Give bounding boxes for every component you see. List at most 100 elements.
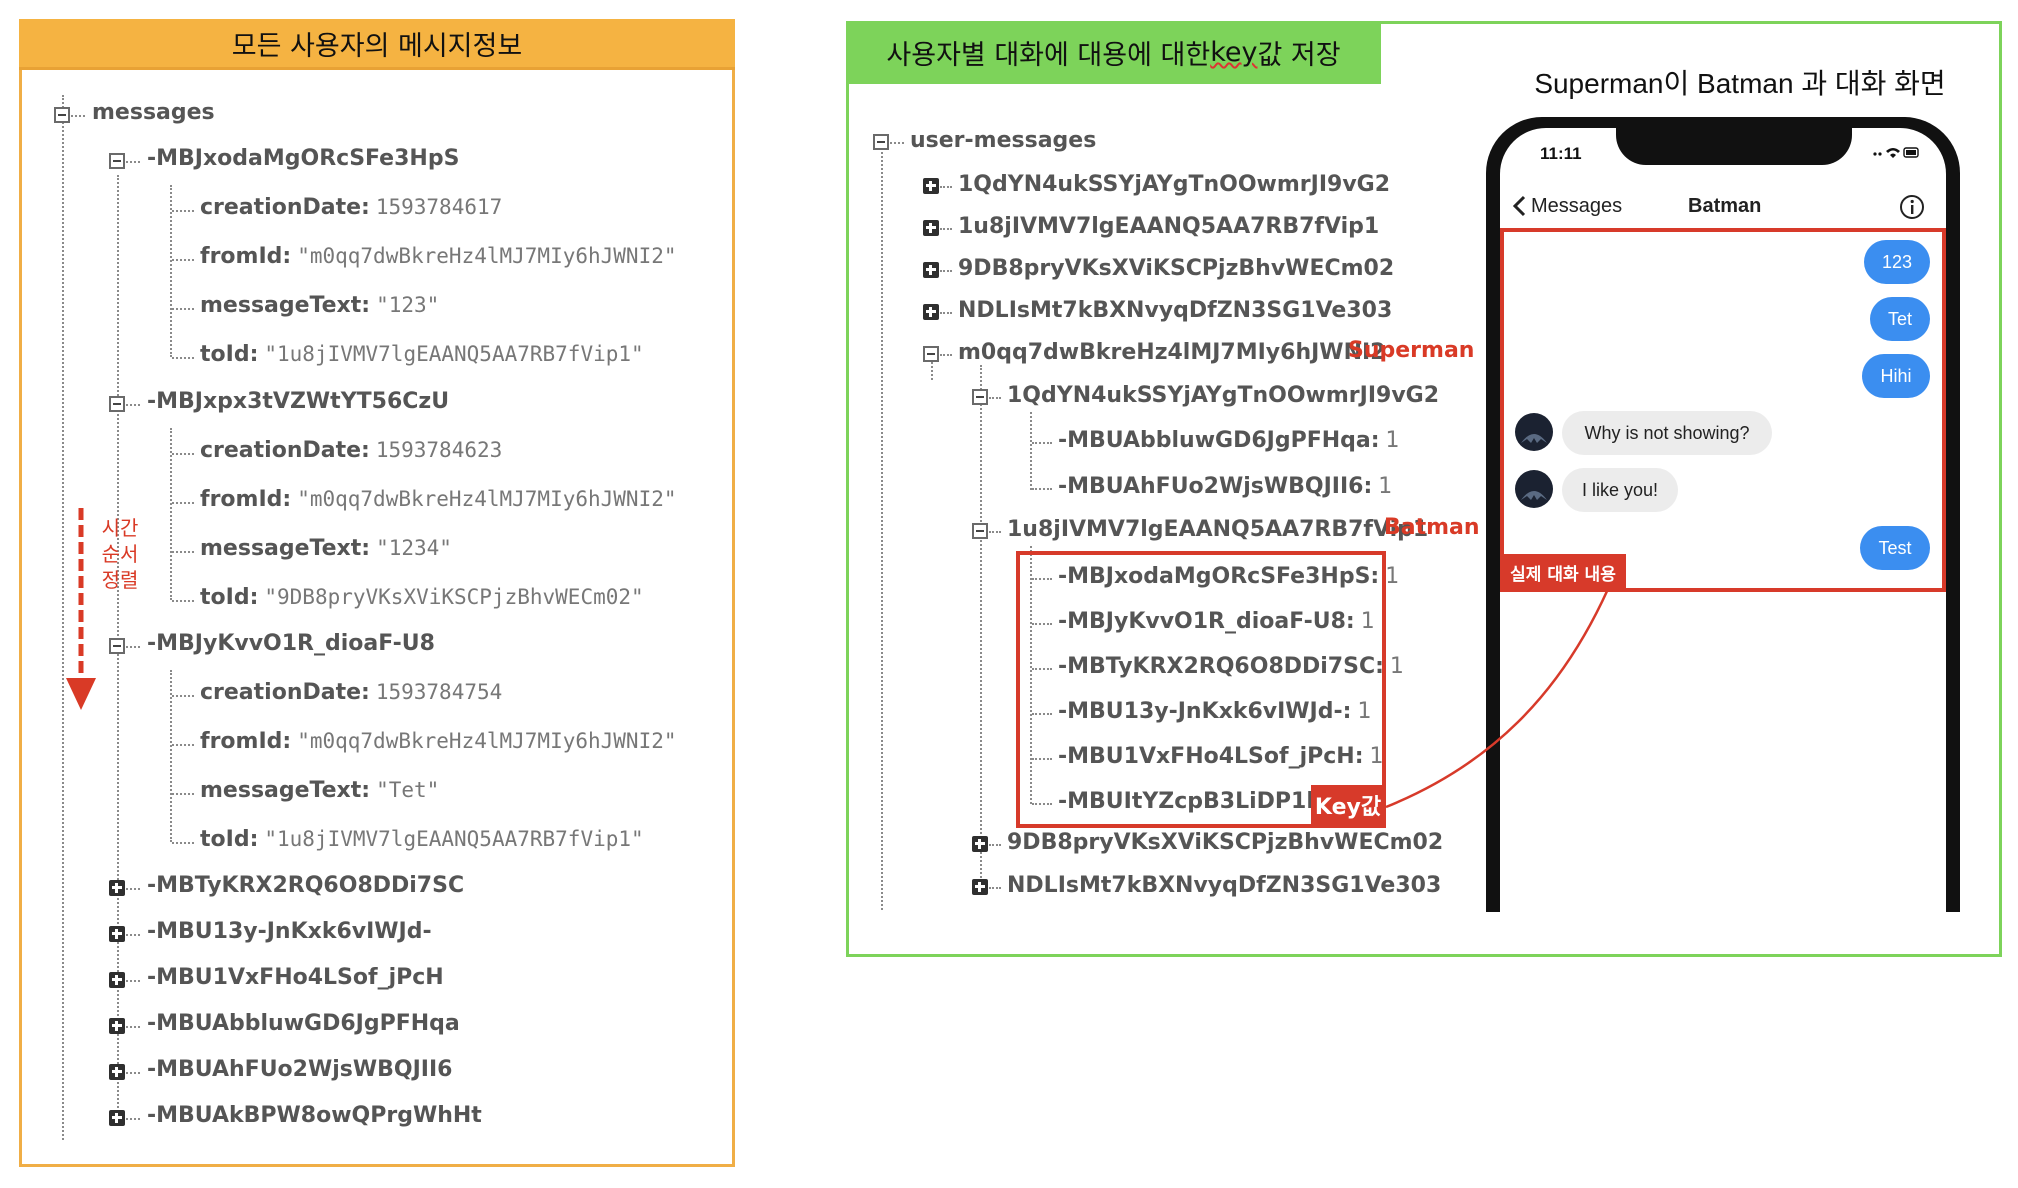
user-id-superman[interactable]: m0qq7dwBkreHz4lMJ7MIy6hJWNI2 xyxy=(958,340,1385,365)
tree-connector xyxy=(940,270,952,272)
tree-connector xyxy=(172,744,194,746)
collapse-toggle-icon[interactable] xyxy=(54,107,70,123)
message-key[interactable]: -MBUAbbluwGD6JgPFHqa xyxy=(147,1011,460,1036)
expand-toggle-icon[interactable] xyxy=(109,1064,125,1080)
expand-toggle-icon[interactable] xyxy=(923,304,939,320)
header-key-word: key xyxy=(1210,37,1258,68)
conversation-partner-id[interactable]: 1u8jIVMV7lgEAANQ5AA7RB7fVip1 xyxy=(1007,517,1428,542)
field-value: "1u8jIVMV7lgEAANQ5AA7RB7fVip1" xyxy=(264,827,644,851)
field-value: "m0qq7dwBkreHz4lMJ7MIy6hJWNI2" xyxy=(297,487,677,511)
message-key[interactable]: -MBTyKRX2RQ6O8DDi7SC xyxy=(147,873,464,898)
header-text: 값 저장 xyxy=(1257,40,1341,71)
superman-label: Superman xyxy=(1348,338,1475,363)
tree-connector xyxy=(71,115,85,117)
expand-toggle-icon[interactable] xyxy=(109,926,125,942)
expand-toggle-icon[interactable] xyxy=(109,880,125,896)
expand-toggle-icon[interactable] xyxy=(923,262,939,278)
field-key: creationDate: xyxy=(200,438,370,463)
message-field: creationDate: 1593784617 xyxy=(200,195,502,220)
status-icons xyxy=(1873,147,1919,158)
tree-connector xyxy=(126,161,140,163)
field-value: "123" xyxy=(376,293,440,317)
message-field: messageText: "1234" xyxy=(200,536,452,561)
conversation-partner-id[interactable]: 9DB8pryVKsXViKSCPjzBhvWECm02 xyxy=(1007,830,1443,855)
field-key: toId: xyxy=(200,827,259,852)
tree-connector xyxy=(126,646,140,648)
expand-toggle-icon[interactable] xyxy=(109,972,125,988)
collapse-toggle-icon[interactable] xyxy=(923,346,939,362)
field-key: fromId: xyxy=(200,244,292,269)
message-field: creationDate: 1593784754 xyxy=(200,680,502,705)
tree-guide-line xyxy=(1030,412,1032,490)
message-key[interactable]: -MBU1VxFHo4LSof_jPcH xyxy=(147,965,444,990)
message-field: fromId: "m0qq7dwBkreHz4lMJ7MIy6hJWNI2" xyxy=(200,244,677,269)
user-messages-header: 사용자별 대화에 대용에 대한 key 값 저장 xyxy=(846,21,1381,84)
conversation-partner-id[interactable]: NDLIsMt7kBXNvyqDfZN3SG1Ve303 xyxy=(1007,873,1441,898)
message-key[interactable]: -MBJyKvvO1R_dioaF-U8 xyxy=(147,631,435,656)
expand-toggle-icon[interactable] xyxy=(923,178,939,194)
entry-value: 1 xyxy=(1378,474,1393,499)
header-text: 사용자별 대화에 대용에 대한 xyxy=(886,40,1211,71)
collapse-toggle-icon[interactable] xyxy=(972,523,988,539)
real-chat-highlight-box xyxy=(1500,228,1946,592)
back-chevron-icon[interactable] xyxy=(1511,194,1529,218)
message-field: messageText: "Tet" xyxy=(200,778,439,803)
message-key[interactable]: -MBUAkBPW8owQPrgWhHt xyxy=(147,1103,482,1128)
time-order-note-line: 정렬 xyxy=(101,568,139,592)
tree-connector xyxy=(989,397,1001,399)
entry-key: -MBUAhFUo2WjsWBQJII6: xyxy=(1058,474,1373,499)
tree-connector xyxy=(172,502,194,504)
tree-connector xyxy=(989,844,1001,846)
tree-connector xyxy=(172,259,194,261)
message-field: messageText: "123" xyxy=(200,293,439,318)
field-key: toId: xyxy=(200,342,259,367)
tree-root-user-messages[interactable]: user-messages xyxy=(910,128,1096,153)
tree-connector xyxy=(172,210,194,212)
message-key[interactable]: -MBU13y-JnKxk6vIWJd- xyxy=(147,919,432,944)
batman-label: Batman xyxy=(1384,515,1480,540)
collapse-toggle-icon[interactable] xyxy=(873,134,889,150)
tree-connector xyxy=(126,888,140,890)
message-key[interactable]: -MBUAhFUo2WjsWBQJII6 xyxy=(147,1057,453,1082)
time-order-note-line: 시간 xyxy=(101,516,139,540)
tree-root-messages[interactable]: messages xyxy=(92,100,215,125)
tree-guide-line xyxy=(881,148,883,910)
collapse-toggle-icon[interactable] xyxy=(972,389,988,405)
entry-key: -MBUAbbluwGD6JgPFHqa: xyxy=(1058,428,1380,453)
expand-toggle-icon[interactable] xyxy=(972,836,988,852)
field-key: creationDate: xyxy=(200,680,370,705)
expand-toggle-icon[interactable] xyxy=(109,1018,125,1034)
user-id[interactable]: 9DB8pryVKsXViKSCPjzBhvWECm02 xyxy=(958,256,1394,281)
tree-connector xyxy=(1032,442,1052,444)
field-value: "1u8jIVMV7lgEAANQ5AA7RB7fVip1" xyxy=(264,342,644,366)
field-value: 1593784623 xyxy=(375,438,503,462)
tree-connector xyxy=(172,842,194,844)
field-key: toId: xyxy=(200,585,259,610)
collapse-toggle-icon[interactable] xyxy=(109,396,125,412)
tree-connector xyxy=(172,551,194,553)
chat-screen-title: Superman이 Batman 과 대화 화면 xyxy=(1534,68,1946,99)
tree-connector xyxy=(890,142,904,144)
back-button[interactable]: Messages xyxy=(1531,195,1622,218)
tree-connector xyxy=(126,1118,140,1120)
user-id[interactable]: NDLIsMt7kBXNvyqDfZN3SG1Ve303 xyxy=(958,298,1392,323)
tree-connector xyxy=(126,1026,140,1028)
expand-toggle-icon[interactable] xyxy=(923,220,939,236)
phone-notch xyxy=(1616,117,1852,165)
expand-toggle-icon[interactable] xyxy=(109,1110,125,1126)
message-field: creationDate: 1593784623 xyxy=(200,438,502,463)
expand-toggle-icon[interactable] xyxy=(972,879,988,895)
time-order-note-line: 순서 xyxy=(101,542,139,566)
tree-connector xyxy=(172,600,194,602)
wifi-icon xyxy=(1886,148,1900,158)
info-icon[interactable] xyxy=(1898,193,1926,221)
all-messages-header: 모든 사용자의 메시지정보 xyxy=(19,19,735,70)
message-key[interactable]: -MBJxodaMgORcSFe3HpS xyxy=(147,146,459,171)
message-key[interactable]: -MBJxpx3tVZWtYT56CzU xyxy=(147,389,449,414)
field-key: creationDate: xyxy=(200,195,370,220)
user-id[interactable]: 1QdYN4ukSSYjAYgTnOOwmrJI9vG2 xyxy=(958,172,1390,197)
collapse-toggle-icon[interactable] xyxy=(109,153,125,169)
user-id[interactable]: 1u8jIVMV7lgEAANQ5AA7RB7fVip1 xyxy=(958,214,1379,239)
conversation-partner-id[interactable]: 1QdYN4ukSSYjAYgTnOOwmrJI9vG2 xyxy=(1007,383,1439,408)
collapse-toggle-icon[interactable] xyxy=(109,638,125,654)
